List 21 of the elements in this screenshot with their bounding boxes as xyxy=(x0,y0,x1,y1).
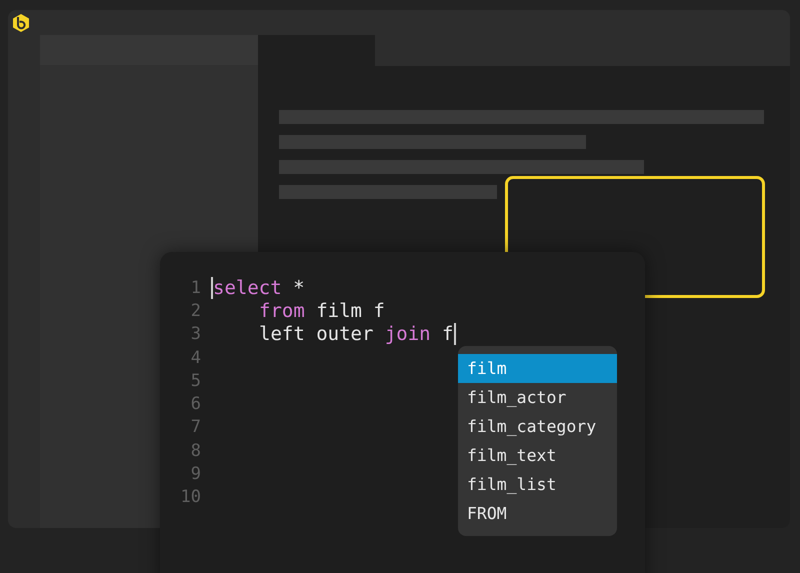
line-number: 2 xyxy=(190,300,202,321)
line-number: 1 xyxy=(190,278,202,298)
suggestion-item[interactable]: film_actor xyxy=(458,383,617,412)
line-number: 3 xyxy=(190,324,202,344)
line-number: 9 xyxy=(190,464,202,484)
code-line: select * xyxy=(213,276,305,299)
line-number: 8 xyxy=(190,440,202,461)
suggestion-item[interactable]: film_category xyxy=(458,412,617,441)
suggestion-item[interactable]: film xyxy=(458,354,617,383)
code-line: from film f xyxy=(258,300,385,322)
sql-editor[interactable]: 1 select * 2 from film f 3 left outer join f 4 5 6 7 8 9 10 film film_actor film_category film_text film_list FROM xyxy=(160,252,645,573)
line-number: 7 xyxy=(190,417,202,438)
suggestion-item[interactable]: film_list xyxy=(458,470,617,499)
suggestion-item[interactable]: FROM xyxy=(458,499,617,528)
line-number: 4 xyxy=(190,348,202,368)
code-line: left outer join f xyxy=(258,323,454,346)
line-number: 5 xyxy=(190,370,202,391)
line-number: 6 xyxy=(190,394,202,414)
line-number: 10 xyxy=(180,487,202,508)
suggestion-item[interactable]: film_text xyxy=(458,441,617,470)
logo-icon xyxy=(11,12,31,32)
